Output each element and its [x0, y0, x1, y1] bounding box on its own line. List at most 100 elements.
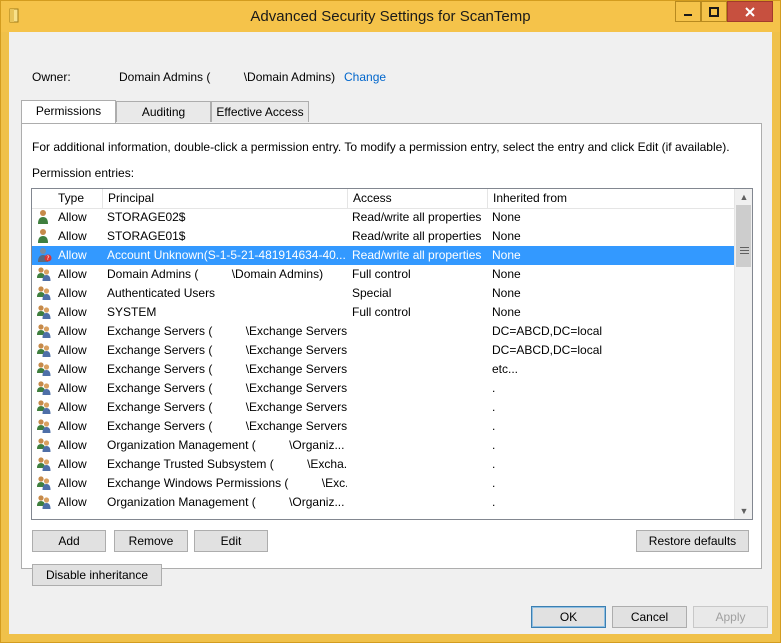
row-type: Allow: [58, 438, 87, 452]
row-principal: Exchange Servers ( \Exchange Servers): [107, 381, 347, 395]
maximize-icon: [709, 6, 719, 17]
row-inherited-from: .: [492, 457, 496, 471]
group-icon: [36, 361, 52, 377]
row-access: Read/write all properties: [352, 248, 482, 262]
table-row[interactable]: Allow Exchange Servers ( \Exchange Server…: [32, 398, 734, 417]
column-header-access[interactable]: Access: [348, 189, 488, 208]
row-inherited-from: .: [492, 381, 496, 395]
permissions-panel: For additional information, double-click…: [21, 123, 762, 586]
group-icon: [36, 418, 52, 434]
group-icon: [36, 285, 52, 301]
change-owner-link[interactable]: Change: [344, 70, 386, 84]
column-header-type[interactable]: Type: [53, 189, 103, 208]
row-access: Read/write all properties: [352, 229, 482, 243]
table-row[interactable]: Allow Exchange Trusted Subsystem ( \Excha…: [32, 455, 734, 474]
row-principal: Exchange Servers ( \Exchange Servers): [107, 362, 347, 376]
row-type: Allow: [58, 419, 87, 433]
row-principal: Exchange Servers ( \Exchange Servers): [107, 343, 347, 357]
row-type: Allow: [58, 476, 87, 490]
row-access: [352, 474, 486, 493]
window-title: Advanced Security Settings for ScanTemp: [250, 8, 531, 25]
row-type: Allow: [58, 210, 87, 224]
group-icon: [36, 456, 52, 472]
row-type: Allow: [58, 248, 87, 262]
scroll-up-arrow-icon[interactable]: ▲: [735, 189, 752, 205]
scrollbar-thumb[interactable]: [736, 205, 751, 267]
tab-permissions[interactable]: Permissions: [21, 100, 116, 123]
row-principal: STORAGE02$: [107, 210, 186, 224]
close-icon: [745, 6, 755, 17]
table-row[interactable]: Allow Exchange Servers ( \Exchange Server…: [32, 341, 734, 360]
column-header-inherited-from[interactable]: Inherited from: [488, 189, 734, 208]
group-icon: [36, 323, 52, 339]
row-principal: Exchange Windows Permissions ( \Exc...: [107, 476, 347, 490]
row-access: [352, 341, 486, 360]
info-text: For additional information, double-click…: [32, 140, 730, 154]
title-bar[interactable]: Advanced Security Settings for ScanTemp: [1, 1, 780, 32]
group-icon: [36, 266, 52, 282]
row-type: Allow: [58, 381, 87, 395]
row-access: [352, 379, 486, 398]
edit-button[interactable]: Edit: [194, 530, 268, 552]
owner-value: Domain Admins ( \Domain Admins): [119, 70, 336, 84]
row-principal: Exchange Servers ( \Exchange Servers): [107, 419, 347, 433]
row-principal: Exchange Trusted Subsystem ( \Excha...: [107, 457, 347, 471]
table-row[interactable]: ? Allow Account Unknown(S-1-5-21-481914634…: [32, 246, 734, 265]
table-row[interactable]: Allow Exchange Windows Permissions ( \Exc…: [32, 474, 734, 493]
row-access: [352, 398, 486, 417]
column-header-principal[interactable]: Principal: [103, 189, 348, 208]
row-type: Allow: [58, 286, 87, 300]
table-row[interactable]: Allow Exchange Servers ( \Exchange Server…: [32, 322, 734, 341]
row-type: Allow: [58, 324, 87, 338]
table-row[interactable]: Allow Domain Admins ( \Domain Admins) Full…: [32, 265, 734, 284]
tab-effective-access[interactable]: Effective Access: [211, 101, 309, 122]
scroll-down-arrow-icon[interactable]: ▼: [735, 503, 752, 519]
row-type: Allow: [58, 457, 87, 471]
vertical-scrollbar[interactable]: ▲ ▼: [734, 189, 752, 519]
table-row[interactable]: Allow Exchange Servers ( \Exchange Server…: [32, 417, 734, 436]
table-row[interactable]: Allow Exchange Servers ( \Exchange Server…: [32, 360, 734, 379]
remove-button[interactable]: Remove: [114, 530, 188, 552]
disable-inheritance-button[interactable]: Disable inheritance: [32, 564, 162, 586]
group-icon: [36, 399, 52, 415]
row-type: Allow: [58, 267, 87, 281]
minimize-button[interactable]: [675, 1, 701, 22]
row-inherited-from: None: [492, 267, 521, 281]
table-row[interactable]: Allow Exchange Servers ( \Exchange Server…: [32, 379, 734, 398]
row-type: Allow: [58, 305, 87, 319]
row-principal: STORAGE01$: [107, 229, 186, 243]
unknown-user-icon: ?: [36, 247, 52, 263]
permission-entries-label: Permission entries:: [32, 166, 135, 180]
svg-text:?: ?: [46, 255, 49, 262]
minimize-icon: [684, 13, 692, 16]
row-principal: Account Unknown(S-1-5-21-481914634-40...: [107, 248, 346, 262]
row-type: Allow: [58, 495, 87, 509]
group-icon: [36, 304, 52, 320]
row-access: Full control: [352, 267, 411, 281]
table-row[interactable]: Allow Authenticated Users Special None: [32, 284, 734, 303]
close-button[interactable]: [727, 1, 773, 22]
ok-button[interactable]: OK: [531, 606, 606, 628]
tab-auditing[interactable]: Auditing: [116, 101, 211, 122]
row-access: [352, 322, 486, 341]
row-inherited-from: None: [492, 229, 521, 243]
row-inherited-from: None: [492, 210, 521, 224]
table-row[interactable]: Allow Organization Management ( \Organiz.…: [32, 493, 734, 512]
permission-entries-list[interactable]: Type Principal Access Inherited from All…: [31, 188, 753, 520]
group-icon: [36, 380, 52, 396]
apply-button[interactable]: Apply: [693, 606, 768, 628]
table-row[interactable]: Allow STORAGE02$ Read/write all properties…: [32, 208, 734, 227]
table-row[interactable]: Allow STORAGE01$ Read/write all properties…: [32, 227, 734, 246]
row-access: [352, 436, 486, 455]
add-button[interactable]: Add: [32, 530, 106, 552]
restore-defaults-button[interactable]: Restore defaults: [636, 530, 749, 552]
row-principal: Domain Admins ( \Domain Admins): [107, 267, 324, 281]
row-principal: Exchange Servers ( \Exchange Servers): [107, 324, 347, 338]
row-access: [352, 493, 486, 512]
maximize-button[interactable]: [701, 1, 727, 22]
row-principal: Authenticated Users: [107, 286, 216, 300]
table-row[interactable]: Allow SYSTEM Full control None: [32, 303, 734, 322]
cancel-button[interactable]: Cancel: [612, 606, 687, 628]
table-row[interactable]: Allow Organization Management ( \Organiz.…: [32, 436, 734, 455]
row-access: [352, 360, 486, 379]
